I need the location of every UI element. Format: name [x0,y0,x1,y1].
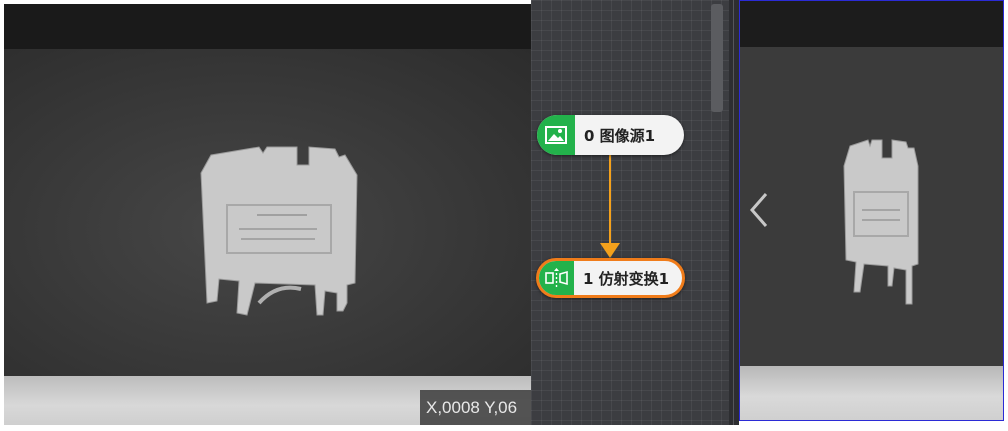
flow-node-affine-transform[interactable]: 1 仿射变换1 [536,258,685,298]
image-background-top [4,4,531,49]
panel-divider[interactable] [729,0,739,431]
flow-canvas[interactable] [531,0,729,431]
image-icon [537,115,575,155]
terminal-block-part-image [200,146,358,316]
affine-transform-icon [539,261,574,295]
flow-node-label: 0 图像源1 [584,126,656,145]
window-bottom-edge [0,425,1008,431]
previous-image-button[interactable] [742,186,776,234]
flow-scrollbar[interactable] [711,4,723,112]
preview-part-image [843,139,919,305]
preview-background-top [740,1,1003,47]
flow-node-label: 1 仿射变换1 [583,269,670,288]
chevron-left-icon [750,193,768,227]
preview-background-plate [740,366,1003,420]
coordinate-readout: X,0008 Y,06 [420,390,531,425]
flow-node-image-source[interactable]: 0 图像源1 [537,115,684,155]
